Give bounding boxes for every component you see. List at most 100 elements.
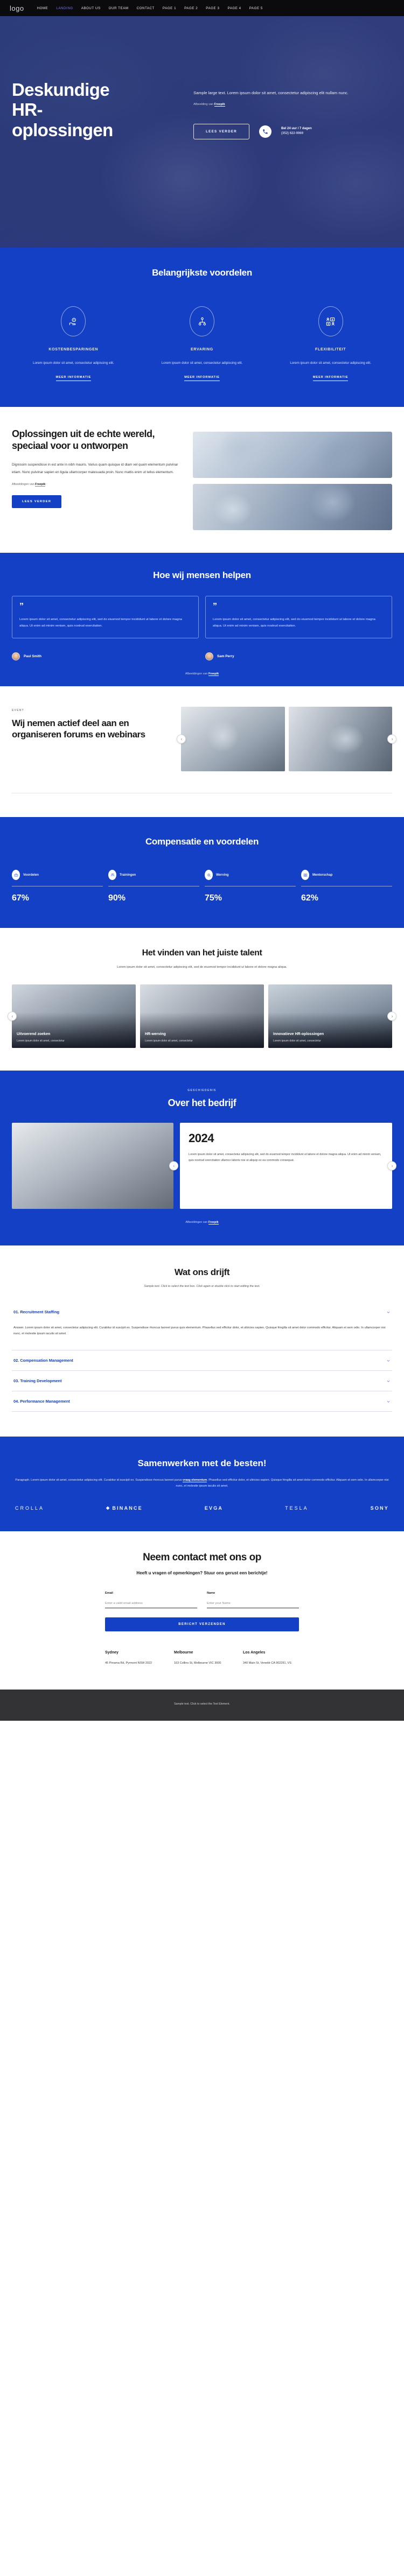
phone-info[interactable]: Bel 24 uur / 7 dagen (352) 622-9969 <box>281 126 312 136</box>
faq-item-header[interactable]: 01. Recruitment Staffing <box>12 1302 392 1322</box>
nav-item-page-1[interactable]: PAGE 1 <box>163 6 176 10</box>
name-field[interactable] <box>207 1600 299 1609</box>
page-root: logo HOME LANDING ABOUT US OUR TEAM CONT… <box>0 0 404 1721</box>
quote-icon: ” <box>19 602 24 611</box>
forum-image-1 <box>181 707 285 772</box>
faq-item: 03. Training Development <box>12 1371 392 1392</box>
faq-item-header[interactable]: 04. Performance Management <box>12 1391 392 1411</box>
partners-inline-link[interactable]: vraag elementum <box>183 1479 207 1483</box>
chevron-right-icon[interactable] <box>387 734 396 744</box>
avatar <box>205 652 213 661</box>
solutions-heading: Oplossingen uit de echte wereld, speciaa… <box>12 428 155 452</box>
benefit-name: KOSTENBESPARINGEN <box>48 348 99 351</box>
benefit-more-info-link[interactable]: MEER INFORMATIE <box>312 376 349 382</box>
faq-title: Wat ons drijft <box>174 1267 230 1278</box>
office-city: Los Angeles <box>243 1651 266 1655</box>
faq-section: Wat ons drijft Sample text. Click to sel… <box>0 1245 404 1437</box>
nav-item-contact[interactable]: CONTACT <box>137 6 155 10</box>
group-icon <box>108 870 116 881</box>
email-label: Email <box>105 1592 113 1595</box>
faq-item-header[interactable]: 03. Training Development <box>12 1371 392 1391</box>
chevron-left-icon[interactable] <box>169 1161 178 1171</box>
freepik-link[interactable]: Freepik <box>35 482 46 487</box>
site-logo[interactable]: logo <box>10 4 24 12</box>
stat-value: 75% <box>205 893 222 903</box>
partners-title: Samenwerken met de besten! <box>137 1458 267 1469</box>
stats-title: Compensatie en voordelen <box>145 836 259 847</box>
talent-card[interactable]: Innovatieve HR-oplossingen Lorem ipsum d… <box>268 984 392 1048</box>
testimonial-card: ” Lorem ipsum dolor sit amet, consectetu… <box>12 596 199 639</box>
hero-read-more-button[interactable]: LEES VERDER <box>193 123 250 139</box>
chevron-down-icon[interactable] <box>386 1359 391 1363</box>
solutions-image-bottom <box>193 484 392 531</box>
testimonial-author: Sam Perry <box>217 654 234 659</box>
email-field[interactable] <box>105 1600 197 1609</box>
solutions-image-top <box>193 432 392 478</box>
benefit-card-experience: ERVARING Lorem ipsum dolor sit amet, con… <box>141 306 264 382</box>
talent-section: Het vinden van het juiste talent Lorem i… <box>0 928 404 1071</box>
stat-value: 62% <box>301 893 319 903</box>
people-cards-icon <box>318 306 343 336</box>
hero-title: Deskundige HR- oplossingen <box>12 80 113 140</box>
email-field-group: Email <box>105 1592 197 1609</box>
send-message-button[interactable]: BERICHT VERZENDEN <box>105 1617 299 1632</box>
chevron-left-icon[interactable] <box>8 1011 17 1021</box>
office-los-angeles: Los Angeles 340 Main St, Venetië CA 9022… <box>243 1651 299 1666</box>
faq-item-header[interactable]: 02. Compensation Management <box>12 1350 392 1370</box>
benefit-more-info-link[interactable]: MEER INFORMATIE <box>184 376 220 382</box>
talent-subtitle: Lorem ipsum dolor sit amet, consectetur … <box>117 966 287 969</box>
nav-item-home[interactable]: HOME <box>37 6 48 10</box>
contact-title: Neem contact met ons op <box>143 1551 261 1563</box>
nav-item-about-us[interactable]: ABOUT US <box>81 6 101 10</box>
solutions-read-more-button[interactable]: LEES VERDER <box>12 495 62 508</box>
partners-section: Samenwerken met de besten! Paragraph. Lo… <box>0 1437 404 1531</box>
partner-logo-crolla: CROLLA <box>15 1505 45 1511</box>
nav-item-our-team[interactable]: OUR TEAM <box>109 6 129 10</box>
nav-item-page-5[interactable]: PAGE 5 <box>249 6 263 10</box>
stat-trainings: Trainingen 90% <box>108 870 199 903</box>
talent-card[interactable]: Uitvoerend zoeken Lorem ipsum dolor sit … <box>12 984 136 1048</box>
freepik-link[interactable]: Freepik <box>214 102 225 107</box>
chevron-right-icon[interactable] <box>387 1161 396 1171</box>
chevron-right-icon[interactable] <box>387 1011 396 1021</box>
compensation-stats-section: Compensatie en voordelen Voordelen 67% T <box>0 817 404 928</box>
office-address: 163 Collins St, Melbourne VIC 3000 <box>174 1662 221 1665</box>
talent-card-desc: Lorem ipsum dolor sit amet, consectetur <box>273 1039 321 1043</box>
stat-benefits: Voordelen 67% <box>12 870 103 903</box>
contact-section: Neem contact met ons op Heeft u vragen o… <box>0 1531 404 1690</box>
benefits-title: Belangrijkste voordelen <box>152 268 252 278</box>
stat-value: 90% <box>108 893 126 903</box>
binance-mark-icon: ◆ <box>106 1505 111 1511</box>
chevron-down-icon[interactable] <box>386 1310 391 1314</box>
benefit-more-info-link[interactable]: MEER INFORMATIE <box>55 376 92 382</box>
hero-image-credit: Afbeelding van Freepik <box>193 102 225 107</box>
testimonials-section: Hoe wij mensen helpen ” Lorem ipsum dolo… <box>0 553 404 687</box>
name-label: Name <box>207 1592 215 1595</box>
about-body: Lorem ipsum dolor sit amet, consectetur … <box>189 1153 381 1162</box>
chevron-left-icon[interactable] <box>177 734 186 744</box>
nav-item-landing[interactable]: LANDING <box>56 6 73 10</box>
talent-card-title: Uitvoerend zoeken <box>17 1032 51 1036</box>
faq-accordion: 01. Recruitment Staffing Answer. Lorem i… <box>12 1302 392 1412</box>
top-navigation-bar: logo HOME LANDING ABOUT US OUR TEAM CONT… <box>0 0 404 16</box>
nav-item-page-2[interactable]: PAGE 2 <box>184 6 198 10</box>
quote-icon: ” <box>213 602 217 611</box>
faq-item: 04. Performance Management <box>12 1391 392 1412</box>
stat-label: Mentorschap <box>312 873 333 877</box>
partners-paragraph: Paragraph. Lorem ipsum dolor sit amet, c… <box>15 1479 389 1488</box>
phone-availability-label: Bel 24 uur / 7 dagen <box>281 127 312 131</box>
nav-item-page-4[interactable]: PAGE 4 <box>227 6 241 10</box>
talent-card[interactable]: HR-werving Lorem ipsum dolor sit amet, c… <box>140 984 264 1048</box>
partner-logo-tesla: TESLA <box>285 1505 309 1511</box>
freepik-link[interactable]: Freepik <box>208 672 219 677</box>
phone-icon <box>259 125 272 138</box>
solutions-body: Dignissim suspendisse in est ante in nib… <box>12 463 178 474</box>
chevron-down-icon[interactable] <box>386 1399 391 1404</box>
about-eyebrow: GESCHIEDENIS <box>187 1089 217 1093</box>
freepik-link[interactable]: Freepik <box>208 1221 219 1225</box>
nav-item-page-3[interactable]: PAGE 3 <box>206 6 219 10</box>
about-year: 2024 <box>189 1131 214 1145</box>
solutions-section: Oplossingen uit de echte wereld, speciaa… <box>0 407 404 553</box>
testimonials-title: Hoe wij mensen helpen <box>153 570 251 581</box>
chevron-down-icon[interactable] <box>386 1379 391 1383</box>
